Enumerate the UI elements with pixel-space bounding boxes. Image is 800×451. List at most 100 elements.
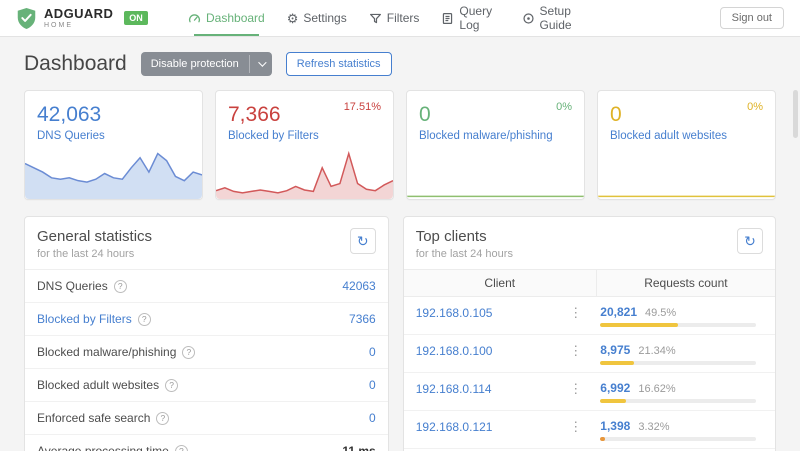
stat-row-label: Blocked adult websites xyxy=(37,378,160,392)
kebab-menu-icon[interactable]: ⋮ xyxy=(565,381,586,397)
stat-card-blocked-adult: 0 Blocked adult websites 0% xyxy=(597,90,776,200)
sign-out-button[interactable]: Sign out xyxy=(719,7,784,29)
scrollbar-thumb[interactable] xyxy=(793,90,798,138)
stat-row-label: Average processing time xyxy=(37,444,169,451)
progress-bar-fill xyxy=(600,437,606,441)
client-ip-link[interactable]: 192.168.0.105 xyxy=(416,306,493,320)
stat-card-blocked-filters: 7,366 Blocked by Filters 17.51% xyxy=(215,90,394,200)
chevron-down-icon xyxy=(248,55,272,73)
card-subtitle: for the last 24 hours xyxy=(415,248,513,260)
general-statistics-card: General statistics for the last 24 hours… xyxy=(24,216,389,451)
client-ip-link[interactable]: 192.168.0.100 xyxy=(416,344,493,358)
stat-row-value: 0 xyxy=(369,345,376,359)
help-icon[interactable]: ? xyxy=(113,279,127,293)
stat-cards: 42,063 DNS Queries 7,366 Blocked by Filt… xyxy=(24,90,776,200)
brand-subtitle: HOME xyxy=(44,22,73,29)
stat-label-link[interactable]: DNS Queries xyxy=(37,130,105,142)
page-title: Dashboard xyxy=(24,52,127,75)
stat-row-label: Blocked by Filters xyxy=(37,312,132,326)
top-bar: ADGUARD HOME ON Dashboard ⚙ Settings Fil… xyxy=(0,0,800,37)
client-ip-link[interactable]: 192.168.0.121 xyxy=(416,420,493,434)
setup-guide-icon xyxy=(522,12,535,25)
requests-cell: 1,398 3.32% xyxy=(596,419,763,441)
requests-count: 8,975 xyxy=(600,343,631,357)
refresh-statistics-button[interactable]: Refresh statistics xyxy=(285,52,392,76)
dashboard-icon xyxy=(188,12,201,25)
card-header: General statistics for the last 24 hours… xyxy=(25,217,388,269)
progress-bar-fill xyxy=(600,399,627,403)
tab-settings[interactable]: ⚙ Settings xyxy=(287,0,347,36)
adguard-shield-logo-icon xyxy=(16,7,37,30)
nav-label: Query Log xyxy=(459,4,493,32)
progress-bar xyxy=(600,399,757,403)
tab-dashboard[interactable]: Dashboard xyxy=(188,0,265,36)
stat-percent: 17.51% xyxy=(343,101,381,113)
refresh-icon-button[interactable]: ↻ xyxy=(349,228,376,254)
stat-value: 0 xyxy=(419,103,431,126)
main-content: Dashboard Disable protection Refresh sta… xyxy=(0,37,800,451)
stat-percent: 0% xyxy=(747,101,763,113)
stat-label-link[interactable]: Blocked by Filters xyxy=(228,130,319,142)
requests-percent: 21.34% xyxy=(638,345,676,357)
help-icon[interactable]: ? xyxy=(182,345,196,359)
stat-row-label: DNS Queries xyxy=(37,279,108,293)
table-row: Blocked adult websites ? 0 xyxy=(25,369,388,402)
tab-query-log[interactable]: Query Log xyxy=(441,0,499,36)
kebab-menu-icon[interactable]: ⋮ xyxy=(565,419,586,435)
help-icon[interactable]: ? xyxy=(137,312,151,326)
stat-row-value: 11 ms xyxy=(342,444,376,451)
kebab-menu-icon[interactable]: ⋮ xyxy=(565,343,586,359)
requests-count: 1,398 xyxy=(600,419,631,433)
sparkline-chart xyxy=(407,147,584,199)
client-cell: 192.168.0.114 ⋮ xyxy=(416,381,597,397)
tab-setup-guide[interactable]: Setup Guide xyxy=(522,0,588,36)
stat-percent: 0% xyxy=(556,101,572,113)
stat-row-label: Blocked malware/phishing xyxy=(37,345,177,359)
progress-bar-fill xyxy=(600,323,678,327)
requests-cell: 6,992 16.62% xyxy=(596,381,763,403)
help-icon[interactable]: ? xyxy=(165,378,179,392)
stat-row-value: 0 xyxy=(369,378,376,392)
table-row: Average processing time ? 11 ms xyxy=(25,435,388,451)
top-clients-card: Top clients for the last 24 hours ↻ Clie… xyxy=(402,216,776,451)
client-ip-link[interactable]: 192.168.0.114 xyxy=(416,382,492,396)
table-row: DNS Queries ? 42063 xyxy=(25,270,388,303)
refresh-icon-button[interactable]: ↻ xyxy=(737,228,763,254)
column-header-client: Client xyxy=(404,270,597,296)
table-row: Enforced safe search ? 0 xyxy=(25,402,388,435)
sparkline-chart xyxy=(25,147,202,199)
nav-label: Dashboard xyxy=(206,11,265,25)
nav-label: Filters xyxy=(386,11,420,25)
tab-filters[interactable]: Filters xyxy=(369,0,420,36)
nav-label: Setup Guide xyxy=(539,4,572,32)
requests-percent: 16.62% xyxy=(638,383,676,395)
stat-value: 0 xyxy=(610,103,622,126)
table-row: Blocked malware/phishing ? 0 xyxy=(25,336,388,369)
funnel-icon xyxy=(369,12,382,25)
requests-cell: 20,821 49.5% xyxy=(596,305,763,327)
table-row: 192.168.0.114 ⋮ 6,992 16.62% xyxy=(403,373,775,411)
kebab-menu-icon[interactable]: ⋮ xyxy=(565,305,586,321)
disable-protection-button[interactable]: Disable protection xyxy=(140,52,272,76)
top-clients-rows: 192.168.0.105 ⋮ 20,821 49.5% 192.168.0.1… xyxy=(403,297,775,451)
stat-row-value: 42063 xyxy=(342,279,376,293)
table-header: Client Requests count xyxy=(403,269,775,297)
stat-row-value: 7366 xyxy=(349,312,376,326)
card-header: Top clients for the last 24 hours ↻ xyxy=(404,217,775,269)
help-icon[interactable]: ? xyxy=(174,444,188,451)
requests-cell: 8,975 21.34% xyxy=(596,343,763,365)
help-icon[interactable]: ? xyxy=(156,411,170,425)
brand-text: ADGUARD HOME xyxy=(44,7,113,29)
stat-card-blocked-malware: 0 Blocked malware/phishing 0% xyxy=(406,90,585,200)
stat-label-link[interactable]: Blocked adult websites xyxy=(610,130,727,142)
progress-bar xyxy=(600,323,757,327)
requests-count: 6,992 xyxy=(600,381,631,395)
progress-bar xyxy=(600,437,757,441)
refresh-icon: ↻ xyxy=(744,233,756,249)
requests-percent: 49.5% xyxy=(645,307,677,319)
stat-row-label: Enforced safe search xyxy=(37,411,151,425)
title-row: Dashboard Disable protection Refresh sta… xyxy=(24,52,776,76)
gear-icon: ⚙ xyxy=(286,10,299,26)
stat-label-link[interactable]: Blocked malware/phishing xyxy=(419,130,553,142)
sparkline-chart xyxy=(598,147,775,199)
